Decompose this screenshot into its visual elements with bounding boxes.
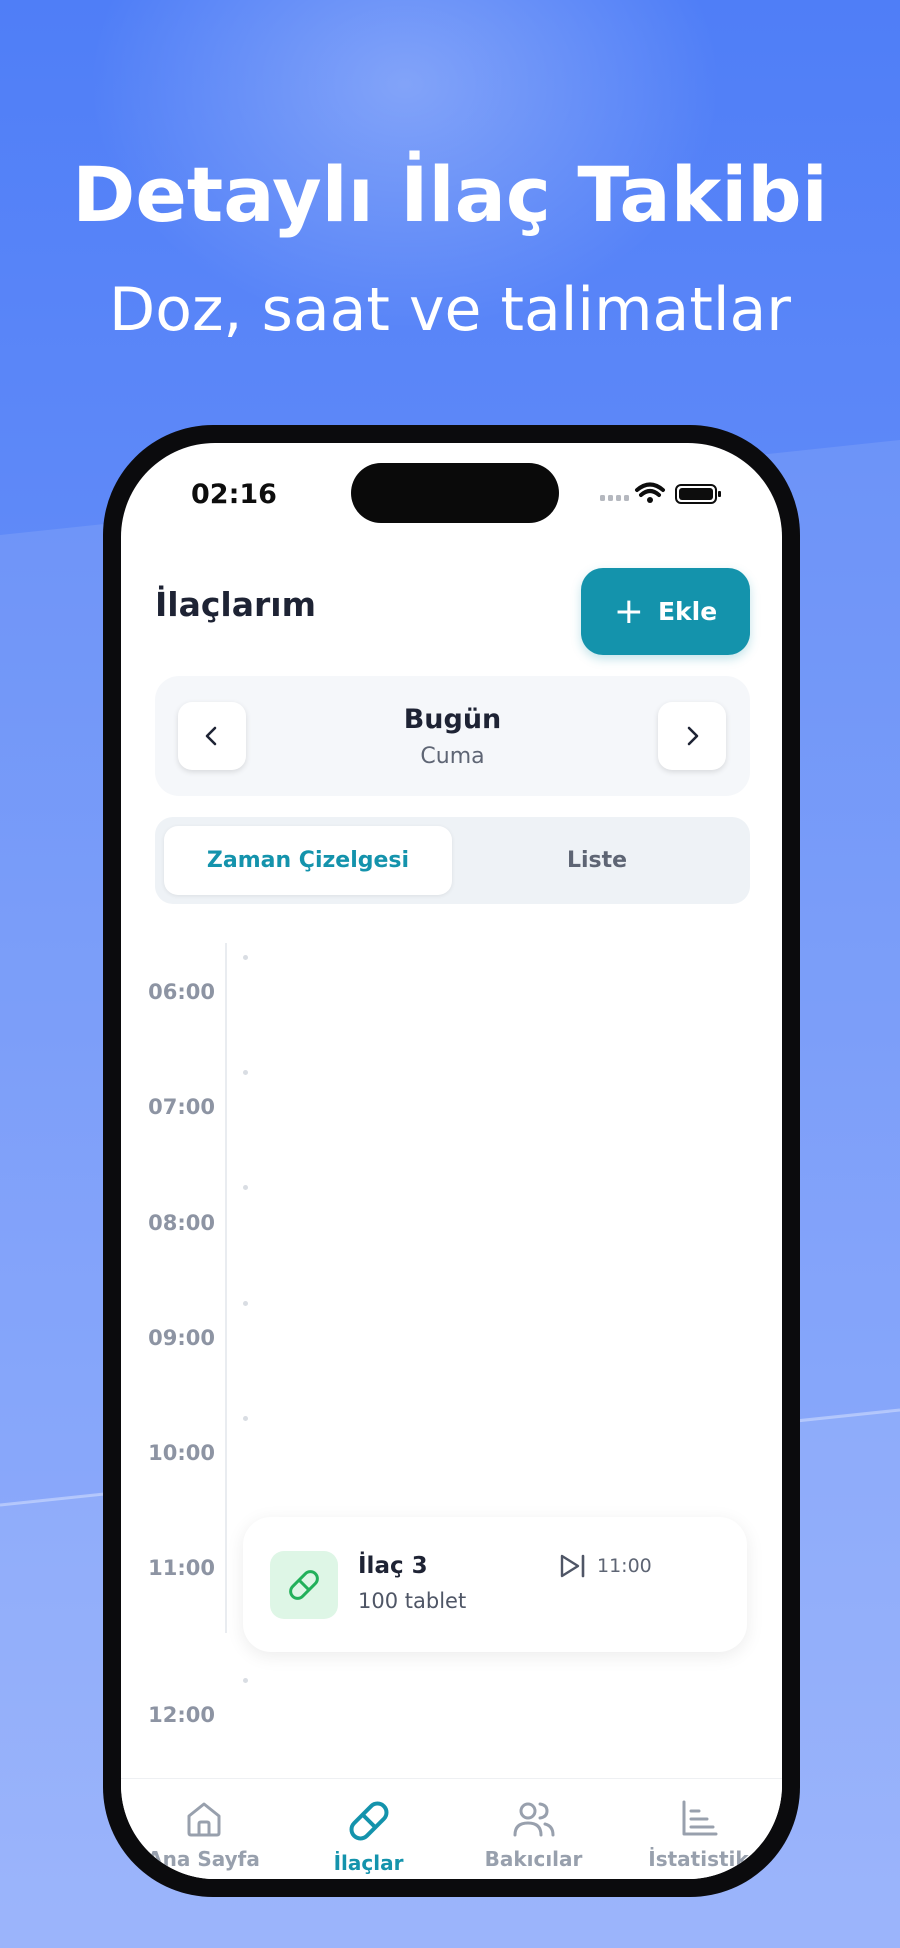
- add-medication-button[interactable]: + Ekle: [581, 568, 750, 655]
- medication-time: 11:00: [559, 1553, 652, 1579]
- page-title: İlaçlarım: [155, 585, 316, 624]
- dynamic-island: [351, 463, 559, 523]
- hour-label: 11:00: [148, 1556, 215, 1580]
- hour-marker: [243, 1416, 248, 1421]
- promo-subtitle: Doz, saat ve talimatlar: [109, 275, 791, 345]
- promo-title: Detaylı İlaç Takibi: [72, 150, 828, 239]
- battery-icon: [675, 484, 721, 504]
- medication-time-text: 11:00: [597, 1555, 652, 1577]
- hour-marker: [243, 1070, 248, 1075]
- tab-statistics-label: İstatistik: [648, 1847, 749, 1871]
- medication-name: İlaç 3: [358, 1553, 428, 1579]
- hour-label: 12:00: [148, 1703, 215, 1727]
- bottom-tab-bar: Ana Sayfa İlaçlar Bakıcılar İstatistik: [121, 1778, 782, 1879]
- users-icon: [513, 1802, 554, 1837]
- tab-list[interactable]: Liste: [453, 826, 741, 895]
- hour-label: 09:00: [148, 1326, 215, 1350]
- next-day-button[interactable]: [658, 702, 726, 770]
- pill-icon: [289, 1570, 319, 1600]
- status-time: 02:16: [191, 479, 277, 510]
- hour-label: 07:00: [148, 1095, 215, 1119]
- hour-marker: [243, 1678, 248, 1683]
- phone-frame: 02:16 İlaçlarım + Ekle Bugün Cuma Zaman …: [103, 425, 800, 1897]
- tab-medications[interactable]: İlaçlar: [286, 1797, 451, 1875]
- tab-statistics[interactable]: İstatistik: [616, 1797, 781, 1871]
- promo-screen: Detaylı İlaç Takibi Doz, saat ve talimat…: [0, 0, 900, 1948]
- medication-dose: 100 tablet: [358, 1589, 467, 1613]
- play-next-icon: [560, 1554, 585, 1578]
- bar-chart-icon: [682, 1800, 717, 1836]
- hour-label: 10:00: [148, 1441, 215, 1465]
- hour-marker: [243, 1301, 248, 1306]
- plus-icon: +: [613, 590, 644, 632]
- tab-home-label: Ana Sayfa: [147, 1847, 260, 1871]
- date-navigator: Bugün Cuma: [155, 676, 750, 796]
- cellular-signal-icon: [600, 495, 629, 501]
- medication-card[interactable]: İlaç 3 100 tablet 11:00: [243, 1517, 747, 1652]
- status-icons: [595, 481, 755, 511]
- view-segmented-control: Zaman Çizelgesi Liste: [155, 817, 750, 904]
- tab-medications-label: İlaçlar: [333, 1851, 404, 1875]
- medication-icon-box: [270, 1551, 338, 1619]
- tab-caregivers[interactable]: Bakıcılar: [451, 1797, 616, 1871]
- hour-label: 08:00: [148, 1211, 215, 1235]
- home-icon: [187, 1802, 220, 1837]
- hour-marker: [243, 1185, 248, 1190]
- add-button-label: Ekle: [657, 597, 718, 626]
- hour-label: 06:00: [148, 980, 215, 1004]
- app-screen: 02:16 İlaçlarım + Ekle Bugün Cuma Zaman …: [121, 443, 782, 1879]
- chevron-right-icon: [687, 726, 699, 746]
- pill-icon: [349, 1801, 388, 1841]
- tab-home[interactable]: Ana Sayfa: [121, 1797, 286, 1871]
- tab-caregivers-label: Bakıcılar: [484, 1847, 583, 1871]
- timeline-axis: [225, 943, 227, 1633]
- wifi-icon: [635, 482, 665, 503]
- hour-marker: [243, 955, 248, 960]
- tab-timeline[interactable]: Zaman Çizelgesi: [164, 826, 452, 895]
